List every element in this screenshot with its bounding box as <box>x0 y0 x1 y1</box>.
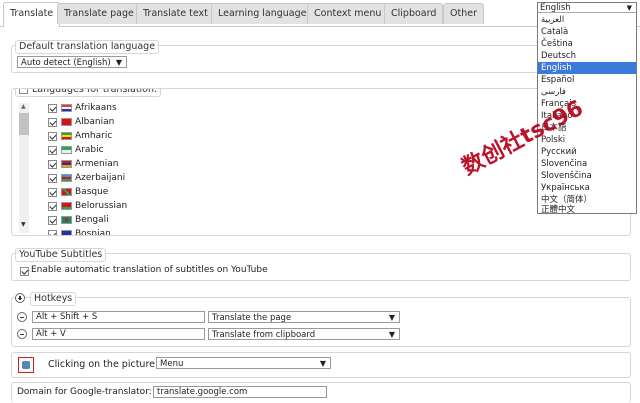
remove-hotkey-icon[interactable] <box>17 329 27 339</box>
tab-learning-language[interactable]: Learning language <box>211 3 314 24</box>
domain-input[interactable]: translate.google.com <box>153 386 327 398</box>
scrollbar-thumb[interactable] <box>19 113 29 135</box>
chevron-down-icon: ▼ <box>388 330 395 339</box>
flag-icon <box>61 188 72 196</box>
tab-clipboard[interactable]: Clipboard <box>384 3 444 24</box>
language-label: Azerbaijani <box>75 173 126 183</box>
select-all-languages-checkbox[interactable] <box>19 89 28 94</box>
ui-language-option[interactable]: 正體中文 <box>538 204 636 216</box>
flag-icon <box>61 230 72 235</box>
ui-language-option[interactable]: العربية <box>538 14 636 26</box>
language-checkbox[interactable] <box>48 216 57 225</box>
scroll-down-icon[interactable]: ▼ <box>21 221 26 228</box>
chevron-down-icon: ▼ <box>388 313 395 322</box>
add-hotkey-icon[interactable] <box>15 293 25 303</box>
tab-translate-text[interactable]: Translate text <box>136 3 215 24</box>
chevron-down-icon: ▼ <box>115 58 122 67</box>
language-label: Armenian <box>75 159 119 169</box>
ui-language-option[interactable]: Deutsch <box>538 50 636 62</box>
flag-icon <box>61 216 72 224</box>
tab-translate[interactable]: Translate <box>3 2 61 27</box>
language-checkbox[interactable] <box>48 202 57 211</box>
hotkey-action-select[interactable]: Translate the page ▼ <box>208 311 400 323</box>
language-checkbox[interactable] <box>48 188 57 197</box>
flag-icon <box>61 118 72 126</box>
flag-icon <box>61 202 72 210</box>
ui-language-option[interactable]: Čeština <box>538 38 636 50</box>
picture-click-value: Menu <box>160 359 184 369</box>
ui-language-option[interactable]: Slovenščina <box>538 170 636 182</box>
language-checkbox[interactable] <box>48 146 57 155</box>
ui-language-select[interactable]: English ▼ <box>538 3 636 13</box>
tab-other[interactable]: Other <box>443 3 484 24</box>
hotkey-input[interactable]: Alt + Shift + S <box>32 311 205 323</box>
language-checkbox[interactable] <box>48 230 57 235</box>
chevron-down-icon: ▼ <box>626 4 632 12</box>
languages-legend: Languages for translation: <box>15 89 162 97</box>
picture-click-label: Clicking on the picture <box>48 359 155 370</box>
language-label: Belorussian <box>75 201 128 211</box>
language-label: Afrikaans <box>75 103 117 113</box>
flag-icon <box>61 132 72 140</box>
youtube-legend: YouTube Subtitles <box>15 248 107 262</box>
hotkey-action-select[interactable]: Translate from clipboard ▼ <box>208 328 400 340</box>
hotkeys-legend: Hotkeys <box>30 292 77 306</box>
chevron-down-icon: ▼ <box>319 359 326 368</box>
language-checkbox[interactable] <box>48 174 57 183</box>
flag-icon <box>61 160 72 168</box>
flag-icon <box>61 104 72 112</box>
domain-label: Domain for Google-translator: <box>17 387 152 397</box>
ui-language-option-selected[interactable]: English <box>538 62 636 74</box>
flag-icon <box>61 174 72 182</box>
hotkey-action-value: Translate from clipboard <box>212 330 316 340</box>
picture-click-section: Clicking on the picture Menu ▼ <box>11 352 631 378</box>
remove-hotkey-icon[interactable] <box>17 312 27 322</box>
language-label: Bosnian <box>75 229 111 236</box>
ui-language-option[interactable]: Slovenčina <box>538 158 636 170</box>
language-checkbox[interactable] <box>48 104 57 113</box>
ui-language-option[interactable]: Català <box>538 26 636 38</box>
tab-translate-page[interactable]: Translate page <box>57 3 141 24</box>
language-label: Albanian <box>75 117 115 127</box>
language-label: Amharic <box>75 131 113 141</box>
picture-click-select[interactable]: Menu ▼ <box>156 357 331 369</box>
ui-language-option[interactable]: Українська <box>538 182 636 194</box>
language-checkbox[interactable] <box>48 118 57 127</box>
hotkey-action-value: Translate the page <box>212 313 292 323</box>
ui-language-current: English <box>540 3 571 13</box>
flag-icon <box>61 146 72 154</box>
ui-language-option[interactable]: Español <box>538 74 636 86</box>
default-translation-legend: Default translation language <box>15 40 160 54</box>
language-checkbox[interactable] <box>48 132 57 141</box>
ui-language-option[interactable]: Русский <box>538 146 636 158</box>
hotkey-input[interactable]: Alt + V <box>32 328 205 340</box>
language-checkbox[interactable] <box>48 160 57 169</box>
language-label: Bengali <box>75 215 109 225</box>
language-label: Arabic <box>75 145 104 155</box>
scroll-up-icon[interactable]: ▲ <box>21 103 26 110</box>
youtube-section: YouTube Subtitles Enable automatic trans… <box>11 248 631 281</box>
language-label: Basque <box>75 187 109 197</box>
translator-picture-icon <box>18 357 34 373</box>
hotkeys-section: Hotkeys Alt + Shift + S Translate the pa… <box>11 292 631 347</box>
youtube-subtitles-checkbox[interactable] <box>20 267 29 276</box>
ui-language-option[interactable]: فارسی <box>538 86 636 98</box>
youtube-subtitles-label: Enable automatic translation of subtitle… <box>31 265 268 275</box>
tab-context-menu[interactable]: Context menu <box>307 3 389 24</box>
languages-scrollbar[interactable]: ▲ ▼ <box>19 103 29 233</box>
default-language-select[interactable]: Auto detect (English) ▼ <box>17 56 127 68</box>
default-language-value: Auto detect (English) <box>21 58 111 68</box>
